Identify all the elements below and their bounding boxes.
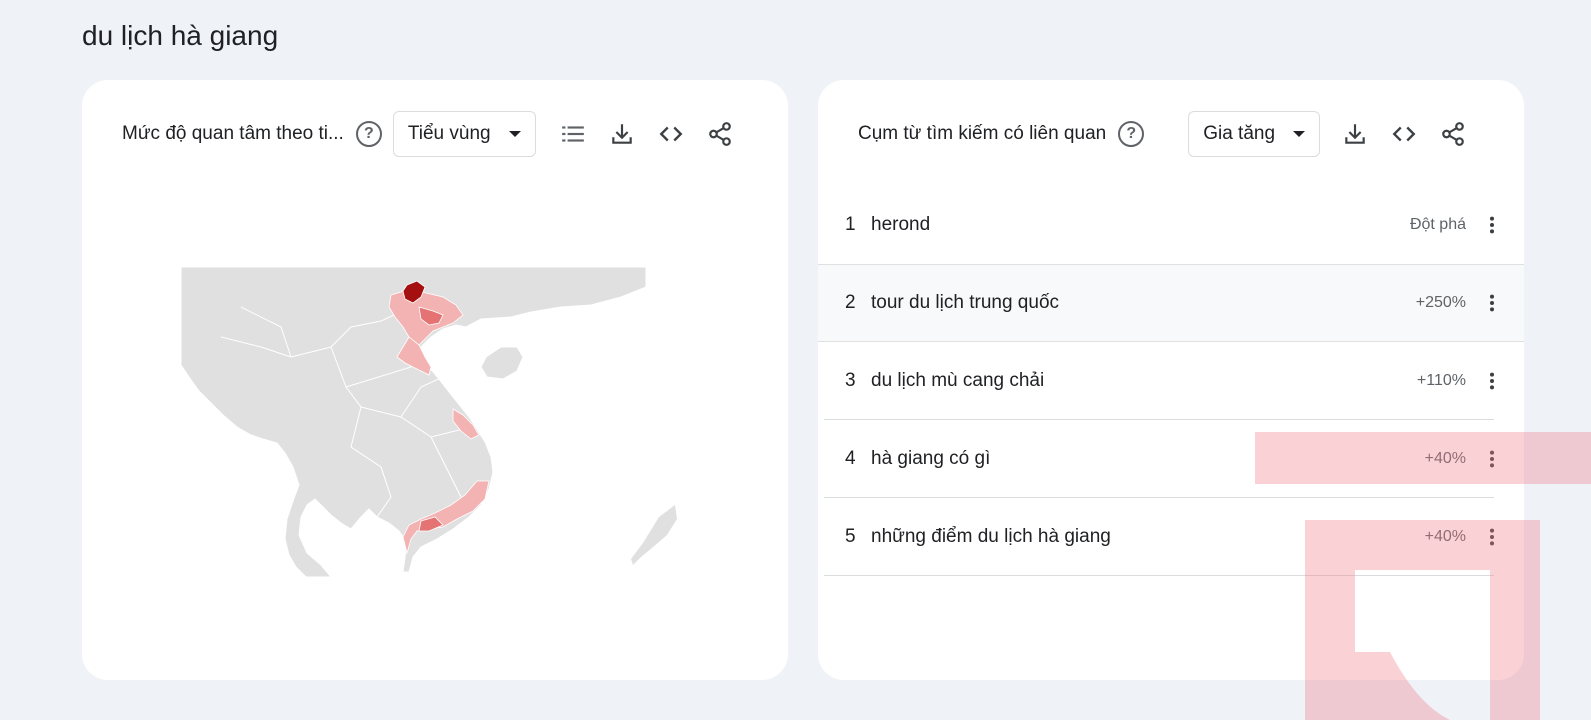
region-select[interactable]: Tiểu vùng — [392, 111, 536, 157]
query-value: +40% — [1424, 528, 1466, 545]
rank: 1 — [845, 214, 856, 235]
list-item[interactable]: 4 hà giang có gì +40% — [818, 420, 1524, 498]
help-icon[interactable]: ? — [1118, 121, 1145, 147]
chevron-down-icon — [1293, 131, 1306, 137]
card-title: Mức độ quan tâm theo ti... — [122, 123, 344, 144]
more-vert-icon[interactable] — [1480, 369, 1504, 393]
rank: 4 — [845, 448, 856, 469]
chevron-down-icon — [508, 131, 521, 137]
download-icon[interactable] — [607, 119, 637, 149]
rank: 2 — [845, 292, 856, 313]
map-land-hainan — [480, 346, 524, 380]
query-term[interactable]: hà giang có gì — [871, 448, 1425, 470]
embed-icon[interactable] — [656, 119, 686, 149]
related-queries-list: 1 herond Đột phá 2 tour du lịch trung qu… — [818, 186, 1524, 576]
list-item[interactable]: 1 herond Đột phá — [818, 186, 1524, 264]
list-icon[interactable] — [558, 119, 588, 149]
query-term[interactable]: du lịch mù cang chải — [871, 370, 1417, 392]
more-vert-icon[interactable] — [1480, 525, 1504, 549]
card-header: Mức độ quan tâm theo ti... ? Tiểu vùng — [122, 110, 758, 158]
sort-select[interactable]: Gia tăng — [1188, 111, 1321, 157]
card-title: Cụm từ tìm kiếm có liên quan — [858, 123, 1107, 144]
embed-icon[interactable] — [1389, 119, 1419, 149]
list-item[interactable]: 5 những điểm du lịch hà giang +40% — [818, 498, 1524, 576]
list-item[interactable]: 2 tour du lịch trung quốc +250% — [818, 264, 1524, 342]
sort-select-value: Gia tăng — [1203, 123, 1276, 144]
more-vert-icon[interactable] — [1480, 291, 1504, 315]
region-map[interactable] — [180, 266, 681, 578]
help-icon[interactable]: ? — [355, 121, 382, 147]
query-term[interactable]: những điểm du lịch hà giang — [871, 526, 1425, 548]
region-select-value: Tiểu vùng — [407, 123, 491, 144]
query-term[interactable]: herond — [871, 214, 1410, 236]
rank: 3 — [845, 370, 856, 391]
more-vert-icon[interactable] — [1480, 447, 1504, 471]
list-item[interactable]: 3 du lịch mù cang chải +110% — [818, 342, 1524, 420]
more-vert-icon[interactable] — [1480, 213, 1504, 237]
related-queries-card: Cụm từ tìm kiếm có liên quan ? Gia tăng … — [818, 80, 1524, 680]
query-value: Đột phá — [1409, 216, 1466, 233]
query-value: +110% — [1416, 372, 1466, 389]
rank: 5 — [845, 526, 856, 547]
query-term[interactable]: tour du lịch trung quốc — [871, 292, 1416, 314]
share-icon[interactable] — [705, 119, 735, 149]
query-value: +250% — [1415, 294, 1466, 311]
interest-by-subregion-card: Mức độ quan tâm theo ti... ? Tiểu vùng — [82, 80, 788, 680]
map-land-philippines — [631, 505, 677, 565]
share-icon[interactable] — [1438, 119, 1468, 149]
page-title: du lịch hà giang — [82, 20, 279, 51]
download-icon[interactable] — [1340, 119, 1370, 149]
query-value: +40% — [1424, 450, 1466, 467]
card-header: Cụm từ tìm kiếm có liên quan ? Gia tăng — [858, 110, 1494, 158]
